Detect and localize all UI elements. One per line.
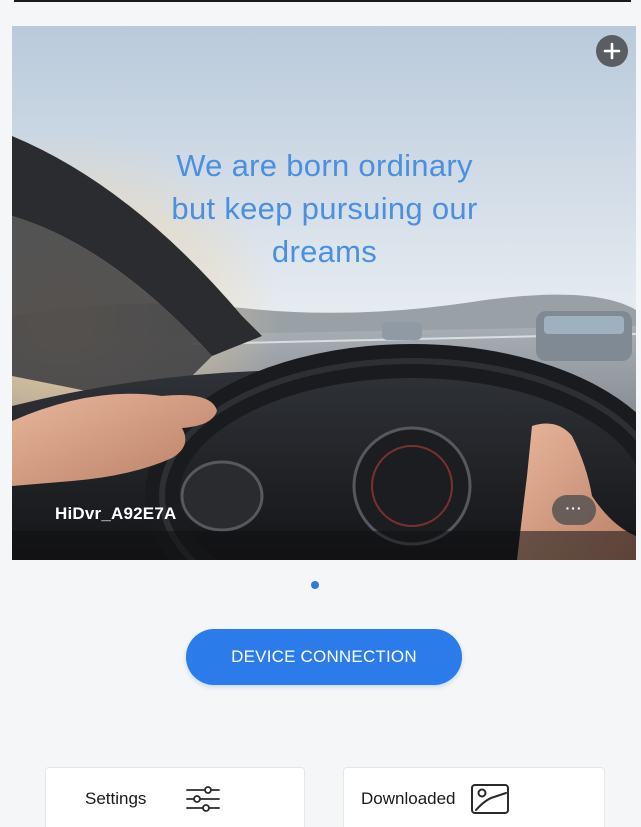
- plus-icon: [603, 42, 621, 60]
- top-divider: [14, 0, 631, 2]
- driving-photo: [12, 26, 636, 560]
- downloaded-card[interactable]: Downloaded: [343, 767, 605, 827]
- settings-label: Settings: [85, 789, 147, 808]
- more-dots-icon: ···: [565, 500, 583, 516]
- app-screen: We are born ordinary but keep pursuing o…: [0, 0, 641, 827]
- slogan-line-3: dreams: [271, 234, 378, 269]
- add-device-button[interactable]: [596, 35, 628, 67]
- gallery-icon: [470, 783, 510, 815]
- slogan-line-2: but keep pursuing our: [171, 191, 478, 226]
- device-name-label: HiDvr_A92E7A: [55, 504, 177, 523]
- device-more-button[interactable]: ···: [552, 495, 596, 525]
- hero-banner[interactable]: We are born ordinary but keep pursuing o…: [12, 26, 636, 560]
- settings-card[interactable]: Settings: [45, 767, 305, 827]
- slogan-text: We are born ordinary but keep pursuing o…: [82, 144, 567, 273]
- slogan-line-1: We are born ordinary: [176, 148, 473, 183]
- downloaded-label: Downloaded: [361, 789, 456, 808]
- carousel-indicator: [311, 581, 319, 589]
- sliders-icon: [186, 786, 221, 812]
- device-connection-button[interactable]: DEVICE CONNECTION: [186, 629, 462, 685]
